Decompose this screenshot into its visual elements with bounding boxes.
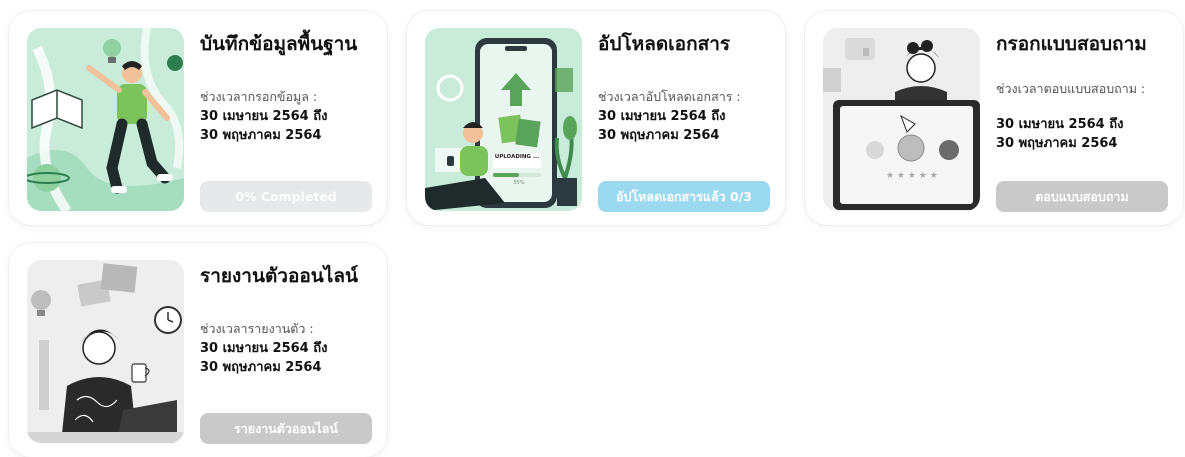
svg-text:★ ★ ★ ★ ★: ★ ★ ★ ★ ★ — [886, 171, 938, 181]
answer-questionnaire-button[interactable]: ตอบแบบสอบถาม — [996, 181, 1168, 212]
date-to: 30 พฤษภาคม 2564 — [996, 136, 1118, 151]
basic-info-illustration — [27, 28, 184, 211]
online-report-button[interactable]: รายงานตัวออนไลน์ — [200, 413, 372, 444]
date-to: 30 พฤษภาคม 2564 — [598, 128, 720, 143]
card-title: กรอกแบบสอบถาม — [996, 33, 1147, 55]
period-label: ช่วงเวลากรอกข้อมูล : — [200, 89, 318, 104]
period-label: ช่วงเวลาอัปโหลดเอกสาร : — [598, 89, 741, 104]
date-range: 30 เมษายน 2564 ถึง 30 พฤษภาคม 2564 — [996, 115, 1123, 153]
card-upload-documents[interactable]: UPLOADING ... 55% อัปโหลดเอกสาร ช่วงเวลา… — [407, 11, 785, 225]
card-title: อัปโหลดเอกสาร — [598, 33, 731, 55]
date-from: 30 เมษายน 2564 ถึง — [200, 341, 328, 356]
upload-illustration: UPLOADING ... 55% — [425, 28, 582, 211]
card-online-report[interactable]: รายงานตัวออนไลน์ ช่วงเวลารายงานตัว : 30 … — [9, 243, 387, 457]
period-label: ช่วงเวลารายงานตัว : — [200, 321, 314, 336]
period-label: ช่วงเวลาตอบแบบสอบถาม : — [996, 81, 1146, 96]
card-title: รายงานตัวออนไลน์ — [200, 265, 358, 287]
card-questionnaire[interactable]: ★ ★ ★ ★ ★ กรอกแบบสอบถาม ช่วงเวลาตอบแบบสอ… — [805, 11, 1183, 225]
date-range: 30 เมษายน 2564 ถึง 30 พฤษภาคม 2564 — [598, 107, 725, 145]
date-range: 30 เมษายน 2564 ถึง 30 พฤษภาคม 2564 — [200, 339, 327, 377]
online-report-illustration — [27, 260, 184, 443]
questionnaire-illustration: ★ ★ ★ ★ ★ — [823, 28, 980, 211]
progress-button[interactable]: 0% Completed — [200, 181, 372, 212]
date-to: 30 พฤษภาคม 2564 — [200, 128, 322, 143]
uploading-label: UPLOADING ... — [494, 154, 540, 160]
card-basic-info[interactable]: บันทึกข้อมูลพื้นฐาน ช่วงเวลากรอกข้อมูล :… — [9, 11, 387, 225]
upload-status-button[interactable]: อัปโหลดเอกสารแล้ว 0/3 — [598, 181, 770, 212]
task-card-grid: บันทึกข้อมูลพื้นฐาน ช่วงเวลากรอกข้อมูล :… — [0, 0, 1185, 457]
upload-percent: 55% — [513, 180, 525, 186]
date-from: 30 เมษายน 2564 ถึง — [200, 109, 328, 124]
date-from: 30 เมษายน 2564 ถึง — [598, 109, 726, 124]
date-from: 30 เมษายน 2564 ถึง — [996, 117, 1124, 132]
date-to: 30 พฤษภาคม 2564 — [200, 360, 322, 375]
card-title: บันทึกข้อมูลพื้นฐาน — [200, 33, 358, 55]
date-range: 30 เมษายน 2564 ถึง 30 พฤษภาคม 2564 — [200, 107, 327, 145]
